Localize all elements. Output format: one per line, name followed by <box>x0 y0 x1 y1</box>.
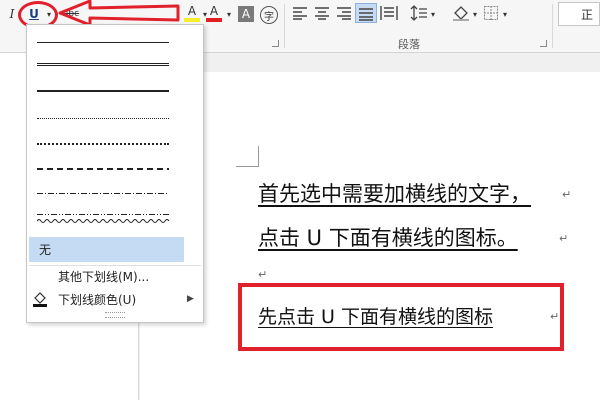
line-spacing-icon[interactable] <box>410 5 428 21</box>
red-box-annotation <box>238 283 564 351</box>
double-line-sample <box>37 63 169 69</box>
style-gallery-item[interactable]: 正 <box>558 2 600 26</box>
underline-option-none[interactable]: 无 <box>29 237 184 262</box>
paint-bucket-icon <box>33 292 47 307</box>
underline-color-menu-item[interactable]: 下划线颜色(U) ▶ <box>27 288 203 310</box>
margin-corner-mark <box>236 146 259 167</box>
highlight-button[interactable]: A <box>184 4 200 22</box>
phonetic-guide-button[interactable]: 字 <box>260 6 278 24</box>
paragraph-mark: ↵ <box>258 268 268 281</box>
shading-dropdown-arrow[interactable]: ▾ <box>470 4 480 24</box>
style-gallery-text: 正 <box>581 8 594 22</box>
red-arrow-annotation <box>58 0 180 26</box>
underline-option-dashed[interactable] <box>27 161 203 181</box>
dotted-line-sample <box>37 118 169 119</box>
none-label: 无 <box>39 243 52 257</box>
character-shading-button[interactable]: A <box>238 6 254 22</box>
single-line-sample <box>37 42 169 43</box>
more-underlines-label: 其他下划线(M)... <box>58 269 150 284</box>
font-group-launcher-icon[interactable] <box>272 40 279 47</box>
underline-option-double[interactable] <box>27 57 203 77</box>
dash-dot-dot-line-sample <box>37 214 169 215</box>
menu-resize-grip[interactable] <box>105 312 125 318</box>
heavy-dotted-line-sample <box>37 143 169 145</box>
document-line-2[interactable]: 点击 U 下面有横线的图标。 <box>258 222 518 252</box>
submenu-arrow-icon: ▶ <box>187 294 194 304</box>
ribbon-separator <box>552 4 553 48</box>
dashed-line-sample <box>37 168 169 170</box>
align-left-icon[interactable] <box>292 6 308 20</box>
underline-option-thick[interactable] <box>27 81 203 101</box>
wavy-line-sample[interactable] <box>37 217 169 225</box>
shading-bucket-icon[interactable] <box>452 5 470 21</box>
font-color-dropdown-arrow[interactable]: ▾ <box>224 4 234 24</box>
more-underlines-menu-item[interactable]: 其他下划线(M)... <box>27 265 203 287</box>
dash-dot-line-sample <box>37 193 169 194</box>
distributed-align-icon[interactable] <box>380 5 398 21</box>
underline-option-dotted-heavy[interactable] <box>27 134 203 154</box>
paragraph-mark: ↵ <box>562 188 572 201</box>
align-center-icon[interactable] <box>314 6 330 20</box>
underline-option-single[interactable] <box>27 33 203 53</box>
justify-button[interactable] <box>355 3 377 23</box>
borders-icon[interactable] <box>484 6 498 20</box>
justify-icon <box>359 8 373 21</box>
ribbon-separator <box>284 4 285 48</box>
paragraph-mark: ↵ <box>559 232 569 245</box>
underline-style-dropdown: 无 其他下划线(M)... 下划线颜色(U) ▶ <box>26 24 204 323</box>
paragraph-group-label: 段落 <box>398 38 420 51</box>
document-line-1[interactable]: 首先选中需要加横线的文字， <box>258 178 531 208</box>
borders-dropdown-arrow[interactable]: ▾ <box>500 4 510 24</box>
paragraph-group-launcher-icon[interactable] <box>540 40 547 47</box>
underline-color-label: 下划线颜色(U) <box>58 292 137 307</box>
line-spacing-dropdown-arrow[interactable]: ▾ <box>428 4 438 24</box>
thick-line-sample <box>37 90 169 92</box>
font-color-button[interactable]: A <box>206 4 222 22</box>
underline-option-dash-dot[interactable] <box>27 186 203 206</box>
align-right-icon[interactable] <box>336 6 352 20</box>
underline-option-dotted[interactable] <box>27 109 203 129</box>
